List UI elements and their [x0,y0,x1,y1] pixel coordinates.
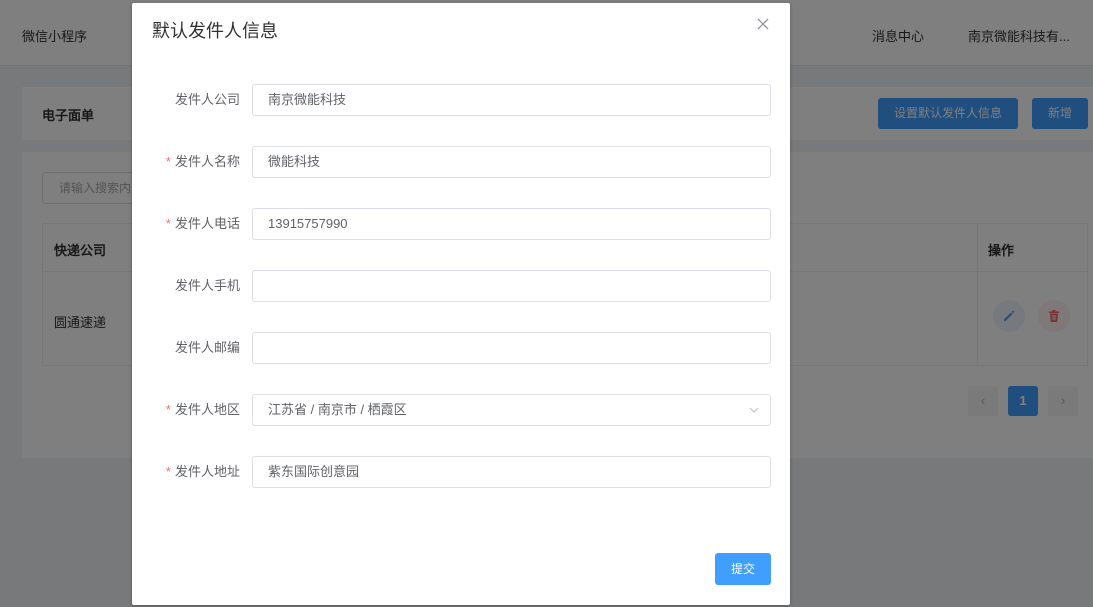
form-row-postcode: 发件人邮编 [132,332,790,364]
name-input[interactable]: 微能科技 [252,146,771,178]
chevron-down-icon [749,407,759,413]
required-mark: * [165,216,171,231]
form-row-phone: * 发件人电话 13915757990 [132,208,790,240]
required-mark: * [165,402,171,417]
required-mark: * [165,464,171,479]
form-row-mobile: 发件人手机 [132,270,790,302]
phone-input[interactable]: 13915757990 [252,208,771,240]
region-cascader[interactable]: 江苏省 / 南京市 / 栖霞区 [252,394,771,426]
field-label-postcode: 发件人邮编 [174,340,240,355]
submit-button[interactable]: 提交 [715,553,771,585]
mobile-input[interactable] [252,270,771,302]
field-label-phone: * 发件人电话 [165,216,240,231]
default-sender-dialog: 默认发件人信息 发件人公司 南京微能科技 * 发件人名称 微能科技 * 发件人电话 … [132,3,790,605]
form-row-address: * 发件人地址 紫东国际创意园 [132,456,790,488]
field-label-name: * 发件人名称 [165,154,240,169]
field-label-region: * 发件人地区 [165,402,240,417]
form-row-company: 发件人公司 南京微能科技 [132,84,790,116]
form-row-region: * 发件人地区 江苏省 / 南京市 / 栖霞区 [132,394,790,426]
field-label-mobile: 发件人手机 [174,278,240,293]
postcode-input[interactable] [252,332,771,364]
address-input[interactable]: 紫东国际创意园 [252,456,771,488]
company-input[interactable]: 南京微能科技 [252,84,771,116]
form-row-name: * 发件人名称 微能科技 [132,146,790,178]
dialog-title: 默认发件人信息 [152,21,278,41]
close-icon [757,18,769,30]
region-value: 江苏省 / 南京市 / 栖霞区 [268,402,407,417]
field-label-address: * 发件人地址 [165,464,240,479]
required-mark: * [165,154,171,169]
close-button[interactable] [752,13,774,35]
field-label-company: 发件人公司 [174,92,240,107]
